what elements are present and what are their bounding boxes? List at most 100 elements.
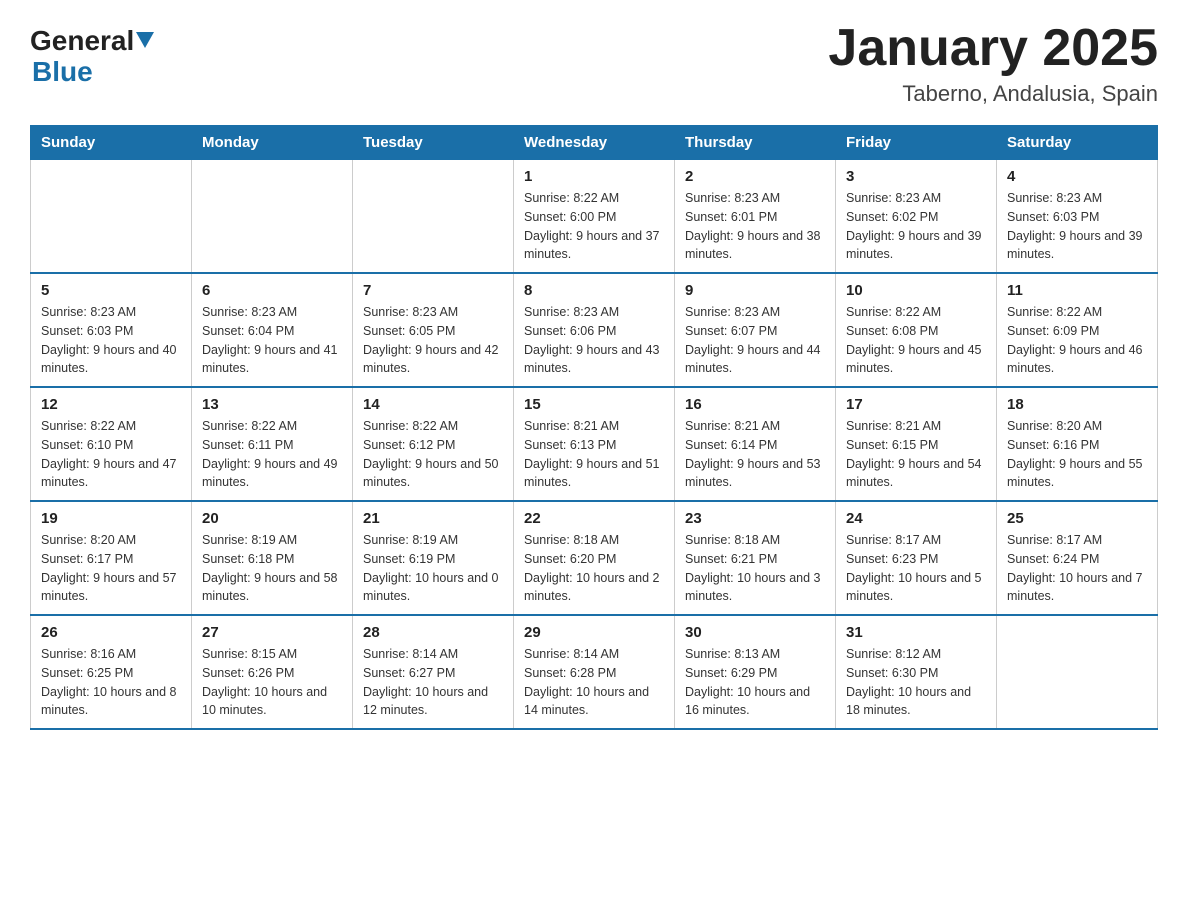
day-number: 15 (524, 396, 664, 413)
calendar-cell: 5Sunrise: 8:23 AM Sunset: 6:03 PM Daylig… (31, 273, 192, 387)
calendar-week-row: 1 Sunrise: 8:22 AM Sunset: 6:00 PM Daylig… (31, 160, 1158, 274)
weekday-header-monday: Monday (192, 126, 353, 160)
day-info: Sunrise: 8:23 AM Sunset: 6:05 PM Dayligh… (363, 303, 503, 378)
day-number: 13 (202, 396, 342, 413)
weekday-header-thursday: Thursday (675, 126, 836, 160)
day-info: Sunrise: 8:16 AM Sunset: 6:25 PM Dayligh… (41, 645, 181, 720)
calendar-cell: 8 Sunrise: 8:23 AM Sunset: 6:06 PM Daylig… (514, 273, 675, 387)
day-info: Sunrise: 8:21 AM Sunset: 6:14 PM Dayligh… (685, 417, 825, 492)
weekday-header-saturday: Saturday (997, 126, 1158, 160)
calendar-cell (192, 160, 353, 274)
day-number: 16 (685, 396, 825, 413)
calendar-cell: 17 Sunrise: 8:21 AM Sunset: 6:15 PM Dayli… (836, 387, 997, 501)
day-info: Sunrise: 8:23 AM Sunset: 6:06 PM Dayligh… (524, 303, 664, 378)
day-number: 28 (363, 624, 503, 641)
day-number: 23 (685, 510, 825, 527)
day-number: 22 (524, 510, 664, 527)
calendar-cell: 1 Sunrise: 8:22 AM Sunset: 6:00 PM Daylig… (514, 160, 675, 274)
day-number: 14 (363, 396, 503, 413)
calendar-week-row: 19 Sunrise: 8:20 AM Sunset: 6:17 PM Dayli… (31, 501, 1158, 615)
day-info: Sunrise: 8:21 AM Sunset: 6:13 PM Dayligh… (524, 417, 664, 492)
weekday-header-sunday: Sunday (31, 126, 192, 160)
day-number: 18 (1007, 396, 1147, 413)
calendar-cell: 21Sunrise: 8:19 AM Sunset: 6:19 PM Dayli… (353, 501, 514, 615)
day-info: Sunrise: 8:23 AM Sunset: 6:03 PM Dayligh… (1007, 189, 1147, 264)
calendar-cell: 7 Sunrise: 8:23 AM Sunset: 6:05 PM Daylig… (353, 273, 514, 387)
calendar-cell: 12Sunrise: 8:22 AM Sunset: 6:10 PM Dayli… (31, 387, 192, 501)
calendar-body: 1 Sunrise: 8:22 AM Sunset: 6:00 PM Daylig… (31, 160, 1158, 730)
day-info: Sunrise: 8:18 AM Sunset: 6:20 PM Dayligh… (524, 531, 664, 606)
calendar-cell: 16 Sunrise: 8:21 AM Sunset: 6:14 PM Dayli… (675, 387, 836, 501)
logo-general-text: General (30, 26, 134, 57)
calendar-cell: 25Sunrise: 8:17 AM Sunset: 6:24 PM Dayli… (997, 501, 1158, 615)
calendar-cell: 29Sunrise: 8:14 AM Sunset: 6:28 PM Dayli… (514, 615, 675, 729)
day-info: Sunrise: 8:20 AM Sunset: 6:17 PM Dayligh… (41, 531, 181, 606)
calendar-cell: 22 Sunrise: 8:18 AM Sunset: 6:20 PM Dayli… (514, 501, 675, 615)
calendar-cell: 30 Sunrise: 8:13 AM Sunset: 6:29 PM Dayli… (675, 615, 836, 729)
calendar-cell: 3 Sunrise: 8:23 AM Sunset: 6:02 PM Daylig… (836, 160, 997, 274)
day-info: Sunrise: 8:23 AM Sunset: 6:02 PM Dayligh… (846, 189, 986, 264)
day-number: 26 (41, 624, 181, 641)
calendar-cell: 27Sunrise: 8:15 AM Sunset: 6:26 PM Dayli… (192, 615, 353, 729)
day-number: 10 (846, 282, 986, 299)
calendar-cell (997, 615, 1158, 729)
calendar-cell: 10Sunrise: 8:22 AM Sunset: 6:08 PM Dayli… (836, 273, 997, 387)
day-number: 20 (202, 510, 342, 527)
day-info: Sunrise: 8:14 AM Sunset: 6:27 PM Dayligh… (363, 645, 503, 720)
calendar-cell: 6 Sunrise: 8:23 AM Sunset: 6:04 PM Daylig… (192, 273, 353, 387)
day-number: 9 (685, 282, 825, 299)
day-number: 7 (363, 282, 503, 299)
day-info: Sunrise: 8:12 AM Sunset: 6:30 PM Dayligh… (846, 645, 986, 720)
day-number: 1 (524, 168, 664, 185)
day-number: 6 (202, 282, 342, 299)
day-number: 25 (1007, 510, 1147, 527)
day-number: 3 (846, 168, 986, 185)
day-number: 12 (41, 396, 181, 413)
calendar-cell: 28 Sunrise: 8:14 AM Sunset: 6:27 PM Dayli… (353, 615, 514, 729)
day-info: Sunrise: 8:20 AM Sunset: 6:16 PM Dayligh… (1007, 417, 1147, 492)
day-info: Sunrise: 8:22 AM Sunset: 6:11 PM Dayligh… (202, 417, 342, 492)
day-number: 19 (41, 510, 181, 527)
weekday-header-wednesday: Wednesday (514, 126, 675, 160)
calendar-cell: 20Sunrise: 8:19 AM Sunset: 6:18 PM Dayli… (192, 501, 353, 615)
calendar-cell: 2Sunrise: 8:23 AM Sunset: 6:01 PM Daylig… (675, 160, 836, 274)
calendar-cell: 14Sunrise: 8:22 AM Sunset: 6:12 PM Dayli… (353, 387, 514, 501)
day-number: 21 (363, 510, 503, 527)
calendar-cell (353, 160, 514, 274)
logo: General Blue (30, 26, 154, 88)
day-info: Sunrise: 8:22 AM Sunset: 6:09 PM Dayligh… (1007, 303, 1147, 378)
day-info: Sunrise: 8:18 AM Sunset: 6:21 PM Dayligh… (685, 531, 825, 606)
calendar-header: SundayMondayTuesdayWednesdayThursdayFrid… (31, 126, 1158, 160)
day-number: 27 (202, 624, 342, 641)
day-info: Sunrise: 8:13 AM Sunset: 6:29 PM Dayligh… (685, 645, 825, 720)
calendar-table: SundayMondayTuesdayWednesdayThursdayFrid… (30, 125, 1158, 730)
calendar-cell: 26 Sunrise: 8:16 AM Sunset: 6:25 PM Dayli… (31, 615, 192, 729)
calendar-cell: 19 Sunrise: 8:20 AM Sunset: 6:17 PM Dayli… (31, 501, 192, 615)
page-header: General Blue January 2025 Taberno, Andal… (30, 20, 1158, 107)
day-number: 29 (524, 624, 664, 641)
day-info: Sunrise: 8:22 AM Sunset: 6:00 PM Dayligh… (524, 189, 664, 264)
day-number: 2 (685, 168, 825, 185)
day-info: Sunrise: 8:21 AM Sunset: 6:15 PM Dayligh… (846, 417, 986, 492)
calendar-title: January 2025 (828, 20, 1158, 77)
calendar-cell: 23 Sunrise: 8:18 AM Sunset: 6:21 PM Dayli… (675, 501, 836, 615)
weekday-header-friday: Friday (836, 126, 997, 160)
day-number: 30 (685, 624, 825, 641)
day-number: 11 (1007, 282, 1147, 299)
calendar-week-row: 26 Sunrise: 8:16 AM Sunset: 6:25 PM Dayli… (31, 615, 1158, 729)
calendar-cell: 24Sunrise: 8:17 AM Sunset: 6:23 PM Dayli… (836, 501, 997, 615)
weekday-header-tuesday: Tuesday (353, 126, 514, 160)
day-number: 8 (524, 282, 664, 299)
calendar-cell (31, 160, 192, 274)
day-info: Sunrise: 8:23 AM Sunset: 6:04 PM Dayligh… (202, 303, 342, 378)
logo-triangle-icon (136, 32, 154, 48)
logo-blue-text: Blue (32, 57, 154, 88)
calendar-cell: 9Sunrise: 8:23 AM Sunset: 6:07 PM Daylig… (675, 273, 836, 387)
title-block: January 2025 Taberno, Andalusia, Spain (828, 20, 1158, 107)
calendar-cell: 18 Sunrise: 8:20 AM Sunset: 6:16 PM Dayli… (997, 387, 1158, 501)
calendar-cell: 11 Sunrise: 8:22 AM Sunset: 6:09 PM Dayli… (997, 273, 1158, 387)
day-info: Sunrise: 8:17 AM Sunset: 6:23 PM Dayligh… (846, 531, 986, 606)
calendar-cell: 13 Sunrise: 8:22 AM Sunset: 6:11 PM Dayli… (192, 387, 353, 501)
calendar-week-row: 5Sunrise: 8:23 AM Sunset: 6:03 PM Daylig… (31, 273, 1158, 387)
day-number: 17 (846, 396, 986, 413)
